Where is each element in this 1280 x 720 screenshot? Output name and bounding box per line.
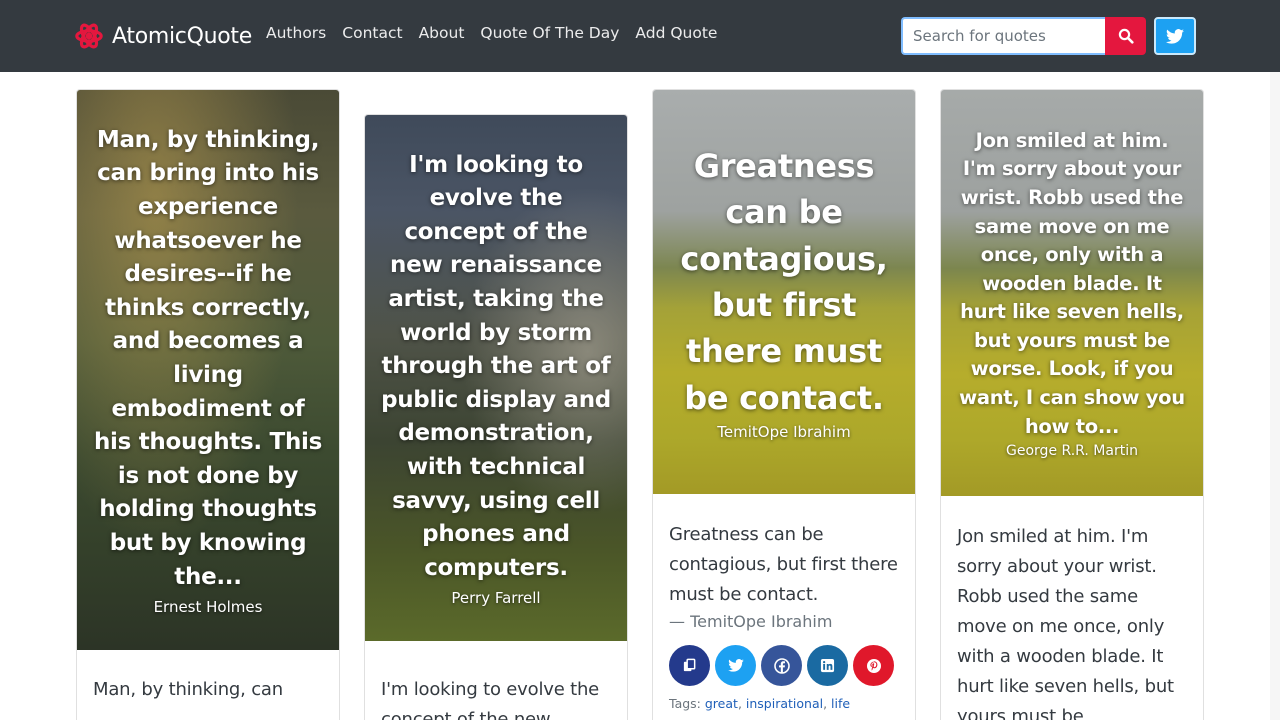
search-input[interactable] xyxy=(901,17,1105,55)
nav-contact[interactable]: Contact xyxy=(342,24,402,42)
quote-card[interactable]: Greatness can be contagious, but first t… xyxy=(652,89,916,720)
brand-link[interactable]: AtomicQuote xyxy=(74,20,252,52)
pinterest-icon xyxy=(866,658,881,673)
quote-card[interactable]: Man, by thinking, can bring into his exp… xyxy=(76,89,340,720)
image-quote-text: I'm looking to evolve the concept of the… xyxy=(381,151,611,581)
linkedin-icon xyxy=(820,658,835,673)
image-quote-author: Perry Farrell xyxy=(451,589,541,608)
nav-authors[interactable]: Authors xyxy=(266,24,326,42)
quote-image[interactable]: Jon smiled at him. I'm sorry about your … xyxy=(941,90,1203,496)
card-body: I'm looking to evolve the concept of the… xyxy=(365,641,627,720)
share-facebook-button[interactable] xyxy=(761,645,802,686)
quote-tags: Tags: great, inspirational, life xyxy=(669,696,851,711)
twitter-icon xyxy=(1166,28,1184,44)
tag-link[interactable]: life xyxy=(831,696,850,711)
image-quote-author: George R.R. Martin xyxy=(1006,443,1138,460)
quote-card[interactable]: Jon smiled at him. I'm sorry about your … xyxy=(940,89,1204,720)
search-icon xyxy=(1118,28,1134,44)
main-nav: Authors Contact About Quote Of The Day A… xyxy=(266,24,717,42)
image-quote-author: TemitOpe Ibrahim xyxy=(717,423,851,442)
image-quote-text: Greatness can be contagious, but first t… xyxy=(680,146,888,417)
tag-link[interactable]: inspirational xyxy=(746,696,823,711)
atom-icon xyxy=(75,23,103,49)
quote-image[interactable]: Man, by thinking, can bring into his exp… xyxy=(77,90,339,650)
quote-image[interactable]: I'm looking to evolve the concept of the… xyxy=(365,115,627,641)
nav-about[interactable]: About xyxy=(419,24,465,42)
brand-name: AtomicQuote xyxy=(112,23,252,49)
top-navbar: AtomicQuote Authors Contact About Quote … xyxy=(0,0,1280,72)
image-quote-text: Man, by thinking, can bring into his exp… xyxy=(93,126,322,590)
share-pinterest-button[interactable] xyxy=(853,645,894,686)
nav-add-quote[interactable]: Add Quote xyxy=(635,24,717,42)
copy-button[interactable] xyxy=(669,645,710,686)
share-buttons xyxy=(669,645,899,686)
facebook-icon xyxy=(773,657,790,674)
twitter-icon xyxy=(727,659,744,672)
card-body: Man, by thinking, can xyxy=(77,650,339,719)
image-quote-text: Jon smiled at him. I'm sorry about your … xyxy=(959,128,1185,438)
card-body: Jon smiled at him. I'm sorry about your … xyxy=(941,496,1203,720)
quote-text: Jon smiled at him. I'm sorry about your … xyxy=(957,526,1174,720)
tags-label: Tags: xyxy=(669,696,701,711)
card-body: Greatness can be contagious, but first t… xyxy=(653,494,915,720)
quote-text: Man, by thinking, can xyxy=(93,679,283,700)
copy-icon xyxy=(683,658,696,672)
quote-author[interactable]: — TemitOpe Ibrahim xyxy=(669,612,899,631)
twitter-button[interactable] xyxy=(1154,17,1196,55)
quote-image[interactable]: Greatness can be contagious, but first t… xyxy=(653,90,915,494)
quote-card[interactable]: I'm looking to evolve the concept of the… xyxy=(364,114,628,720)
image-quote-author: Ernest Holmes xyxy=(153,598,263,617)
search-button[interactable] xyxy=(1105,17,1146,55)
quote-text: Greatness can be contagious, but first t… xyxy=(669,524,898,605)
page-scrollbar-track[interactable] xyxy=(1270,72,1280,720)
quote-text: I'm looking to evolve the concept of the… xyxy=(381,679,600,720)
tag-link[interactable]: great xyxy=(705,696,738,711)
nav-quote-of-the-day[interactable]: Quote Of The Day xyxy=(480,24,619,42)
share-twitter-button[interactable] xyxy=(715,645,756,686)
share-linkedin-button[interactable] xyxy=(807,645,848,686)
